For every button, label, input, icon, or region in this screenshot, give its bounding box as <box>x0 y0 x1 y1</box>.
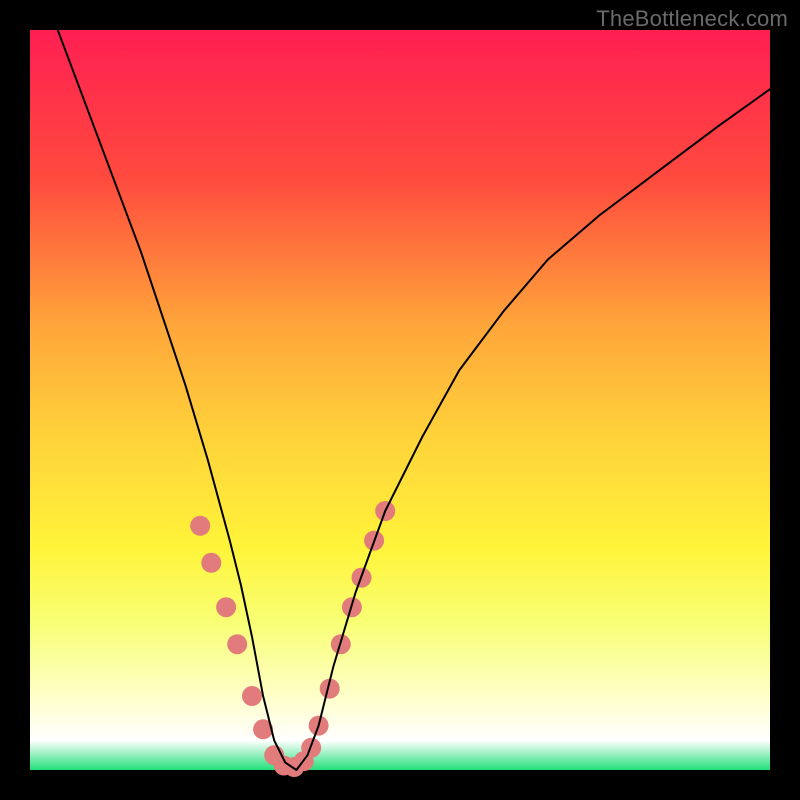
marker-dot <box>201 553 221 573</box>
marker-dot <box>242 686 262 706</box>
chart-svg <box>0 0 800 800</box>
plot-background <box>30 30 770 770</box>
marker-dot <box>227 634 247 654</box>
attribution-label: TheBottleneck.com <box>596 6 788 32</box>
chart-container: TheBottleneck.com <box>0 0 800 800</box>
marker-dot <box>216 597 236 617</box>
marker-dot <box>190 516 210 536</box>
